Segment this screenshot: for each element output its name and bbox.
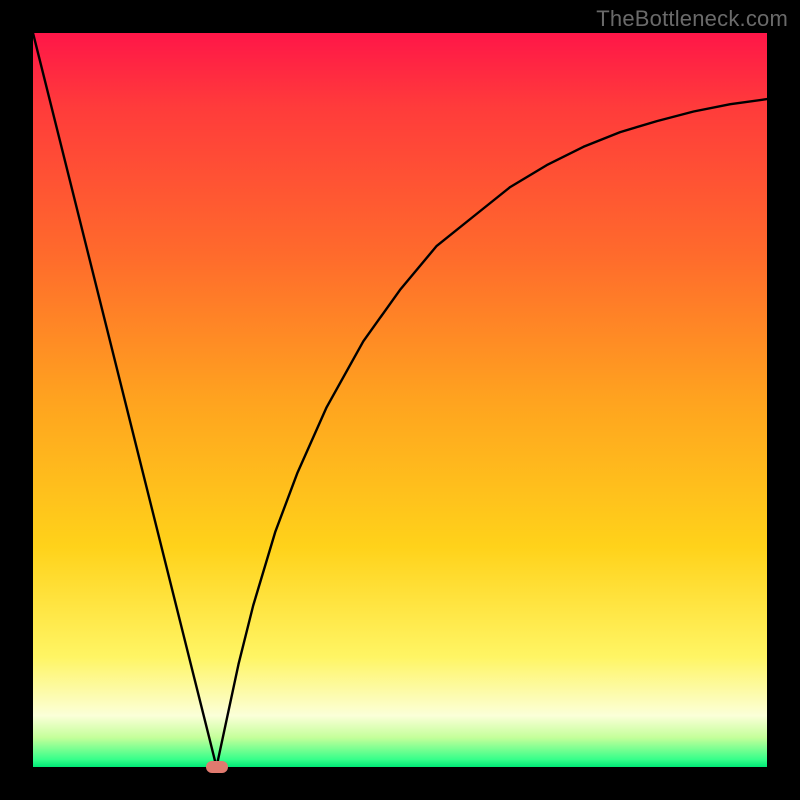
bottleneck-curve [33,33,767,767]
chart-frame: TheBottleneck.com [0,0,800,800]
curve-path [33,33,767,767]
plot-area [33,33,767,767]
watermark-text: TheBottleneck.com [596,6,788,32]
minimum-marker [206,761,228,773]
